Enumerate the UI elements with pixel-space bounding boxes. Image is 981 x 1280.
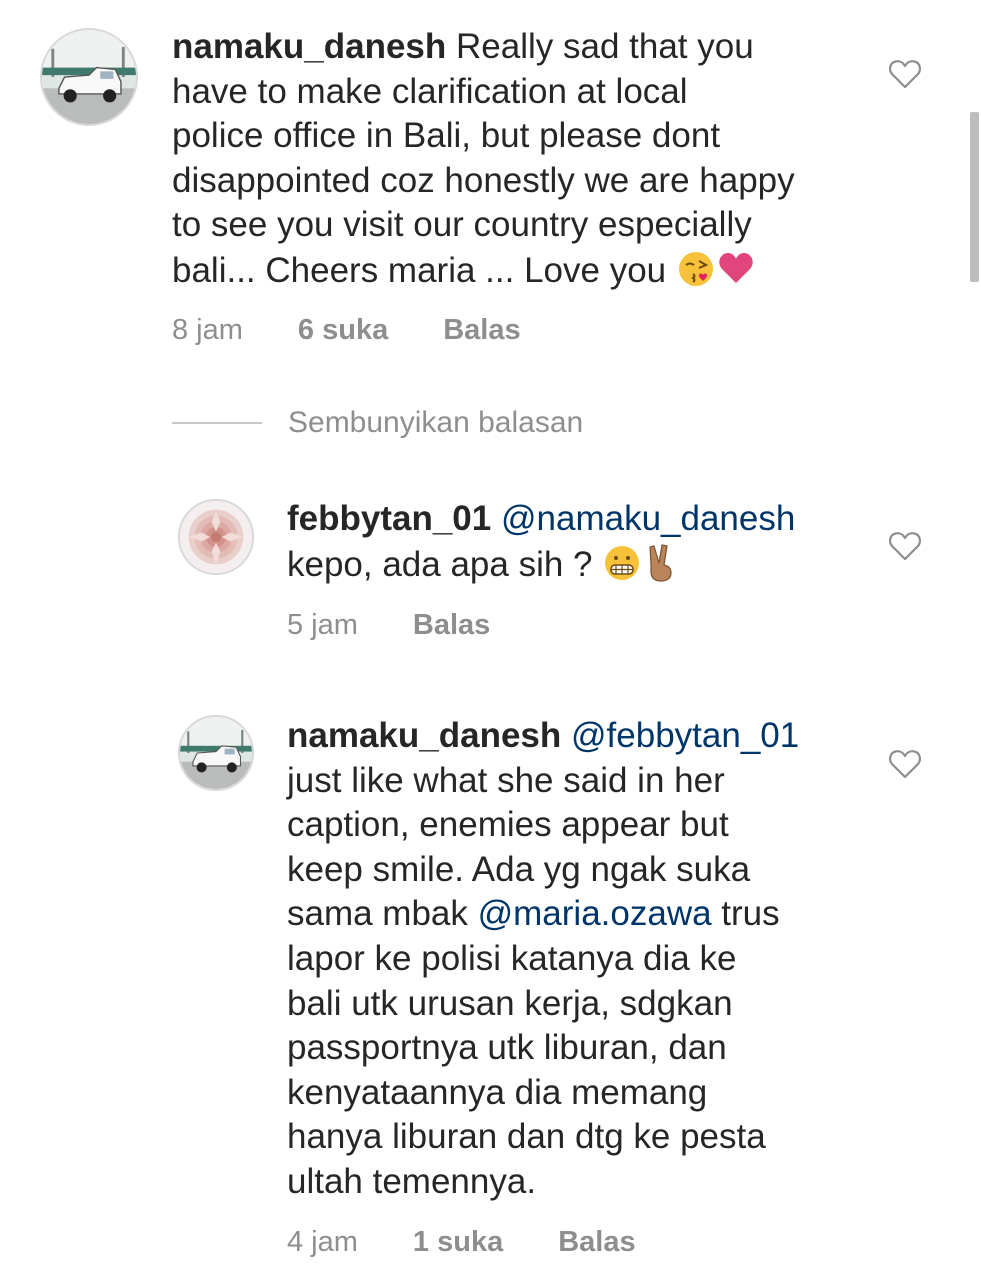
comment-likes[interactable]: 6 suka bbox=[298, 313, 388, 347]
like-button[interactable] bbox=[888, 530, 922, 562]
comment-username[interactable]: namaku_danesh bbox=[287, 716, 561, 755]
heart-outline-icon bbox=[889, 60, 921, 89]
comment-body: kepo, ada apa sih ? bbox=[287, 544, 603, 584]
comment-likes[interactable]: 1 suka bbox=[413, 1225, 503, 1259]
comment-meta: 8 jam 6 suka Balas bbox=[172, 313, 521, 347]
avatar-image bbox=[180, 501, 252, 573]
like-button[interactable] bbox=[888, 58, 922, 90]
kissing-heart-emoji bbox=[676, 248, 716, 288]
comment-time: 4 jam bbox=[287, 1226, 358, 1258]
avatar[interactable] bbox=[178, 715, 254, 791]
comment-meta: 4 jam 1 suka Balas bbox=[287, 1225, 636, 1259]
reply-button[interactable]: Balas bbox=[413, 608, 490, 642]
comment-text: febbytan_01 @namaku_danesh kepo, ada apa… bbox=[287, 497, 867, 587]
comment-text: namaku_danesh @febbytan_01 just like wha… bbox=[287, 714, 877, 1205]
avatar[interactable] bbox=[40, 28, 138, 126]
comment-time: 8 jam bbox=[172, 314, 243, 346]
comment-username[interactable]: febbytan_01 bbox=[287, 499, 491, 538]
reply-button[interactable]: Balas bbox=[558, 1225, 635, 1259]
comment-time: 5 jam bbox=[287, 609, 358, 641]
hide-replies-label[interactable]: Sembunyikan balasan bbox=[288, 404, 583, 442]
avatar[interactable] bbox=[178, 499, 254, 575]
comment-body-continued: trus lapor ke polisi katanya dia ke bali… bbox=[287, 894, 780, 1201]
reply-button[interactable]: Balas bbox=[443, 313, 520, 347]
comment-text: namaku_danesh Really sad that you have t… bbox=[172, 25, 872, 294]
divider bbox=[172, 422, 262, 424]
scrollbar[interactable] bbox=[970, 112, 979, 282]
comment-mention[interactable]: @febbytan_01 bbox=[571, 716, 799, 755]
pink-heart-emoji bbox=[716, 248, 756, 288]
comment-meta: 5 jam Balas bbox=[287, 608, 490, 642]
inline-mention[interactable]: @maria.ozawa bbox=[478, 894, 712, 933]
heart-outline-icon bbox=[889, 750, 921, 779]
avatar-image bbox=[42, 30, 136, 124]
reply-2: namaku_danesh @febbytan_01 just like wha… bbox=[0, 700, 981, 1270]
heart-outline-icon bbox=[889, 532, 921, 561]
comment-1: namaku_danesh Really sad that you have t… bbox=[0, 0, 981, 360]
comment-username[interactable]: namaku_danesh bbox=[172, 27, 446, 66]
avatar-image bbox=[180, 717, 252, 789]
like-button[interactable] bbox=[888, 748, 922, 780]
reply-1: febbytan_01 @namaku_danesh kepo, ada apa… bbox=[0, 490, 981, 660]
comment-mention[interactable]: @namaku_danesh bbox=[501, 499, 795, 538]
grimacing-face-emoji bbox=[602, 542, 642, 582]
victory-hand-emoji bbox=[642, 542, 682, 582]
